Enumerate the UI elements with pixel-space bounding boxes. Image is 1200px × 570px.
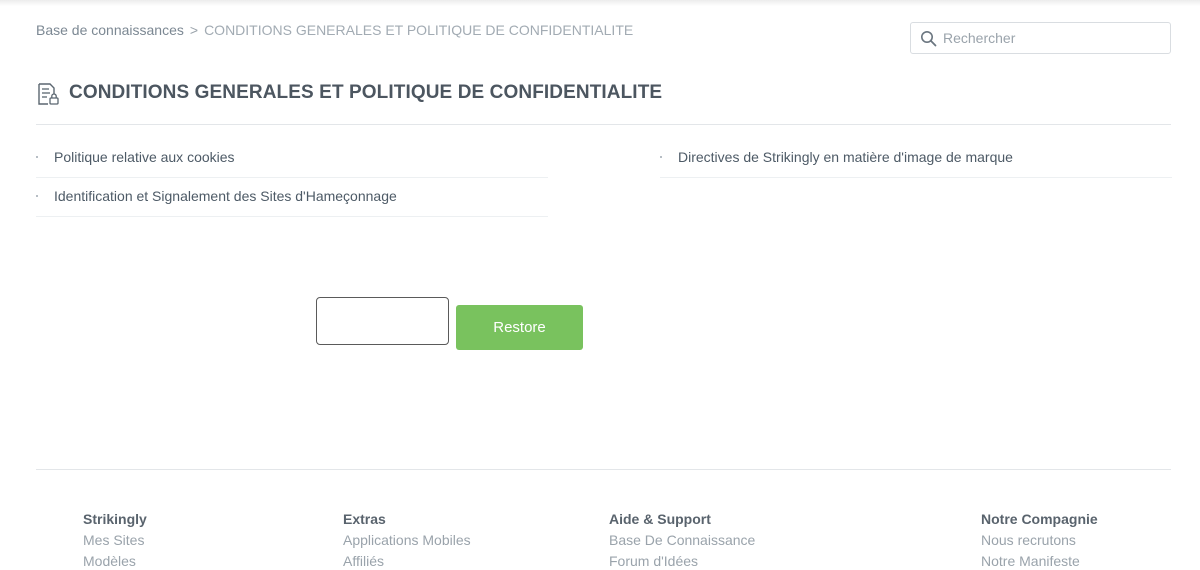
search-input[interactable]	[943, 24, 1163, 52]
list-item: Politique relative aux cookies	[36, 139, 548, 178]
search-icon	[921, 31, 937, 47]
article-list-left: Politique relative aux cookies Identific…	[36, 139, 548, 217]
bullet-icon	[36, 195, 38, 197]
breadcrumb-root-link[interactable]: Base de connaissances	[36, 22, 184, 38]
footer-column-support: Aide & Support Base De Connaissance Foru…	[609, 510, 755, 570]
breadcrumb-current: CONDITIONS GENERALES ET POLITIQUE DE CON…	[204, 22, 634, 38]
footer-column-title: Extras	[343, 511, 386, 527]
search-box[interactable]	[910, 22, 1171, 54]
footer-column-extras: Extras Applications Mobiles Affiliés	[343, 510, 471, 570]
article-link[interactable]: Politique relative aux cookies	[54, 149, 235, 165]
list-item: Directives de Strikingly en matière d'im…	[660, 139, 1172, 178]
article-link[interactable]: Identification et Signalement des Sites …	[54, 188, 397, 204]
list-item: Identification et Signalement des Sites …	[36, 178, 548, 217]
footer-link[interactable]: Nous recrutons	[981, 530, 1098, 551]
document-lock-icon	[38, 83, 59, 105]
footer-link[interactable]: Forum d'Idées	[609, 551, 755, 570]
footer-divider	[36, 469, 1171, 470]
restore-input[interactable]	[316, 297, 449, 345]
restore-button[interactable]: Restore	[456, 305, 583, 350]
page-title: CONDITIONS GENERALES ET POLITIQUE DE CON…	[69, 82, 663, 103]
footer-link[interactable]: Affiliés	[343, 551, 471, 570]
footer-link[interactable]: Applications Mobiles	[343, 530, 471, 551]
footer-column-title: Notre Compagnie	[981, 511, 1098, 527]
footer-link[interactable]: Notre Manifeste	[981, 551, 1098, 570]
page-header: CONDITIONS GENERALES ET POLITIQUE DE CON…	[36, 78, 1171, 125]
top-shadow	[0, 0, 1200, 6]
breadcrumb: Base de connaissances > CONDITIONS GENERAL…	[36, 22, 633, 38]
footer-column-strikingly: Strikingly Mes Sites Modèles	[83, 510, 147, 570]
article-link[interactable]: Directives de Strikingly en matière d'im…	[678, 149, 1013, 165]
footer-link[interactable]: Base De Connaissance	[609, 530, 755, 551]
breadcrumb-separator: >	[189, 22, 199, 38]
bullet-icon	[660, 156, 662, 158]
article-list-right: Directives de Strikingly en matière d'im…	[660, 139, 1172, 178]
footer-column-title: Strikingly	[83, 511, 147, 527]
footer-link[interactable]: Modèles	[83, 551, 147, 570]
footer-column-title: Aide & Support	[609, 511, 711, 527]
footer-link[interactable]: Mes Sites	[83, 530, 147, 551]
footer-column-company: Notre Compagnie Nous recrutons Notre Man…	[981, 510, 1098, 570]
bullet-icon	[36, 156, 38, 158]
